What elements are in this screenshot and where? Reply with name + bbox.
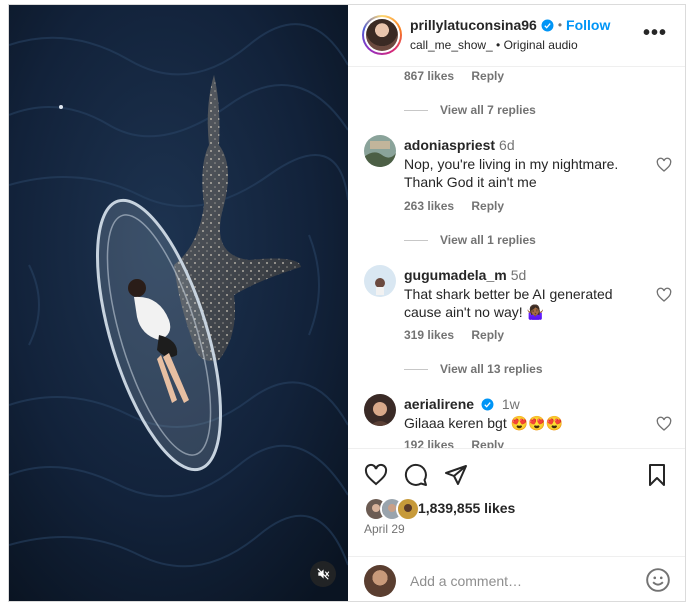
follow-button[interactable]: Follow <box>566 17 610 33</box>
view-replies-button[interactable]: View all 7 replies <box>404 103 536 117</box>
author-username[interactable]: prillylatuconsina96 <box>410 17 537 33</box>
comment-text: That shark better be AI generated cause … <box>404 286 613 320</box>
comment-time: 5d <box>510 267 527 283</box>
commenter-avatar[interactable] <box>364 265 396 297</box>
reply-button[interactable]: Reply <box>471 438 504 448</box>
post-date: April 29 <box>364 522 405 536</box>
current-user-avatar <box>364 565 396 597</box>
comments-list[interactable]: 867 likes Reply View all 7 replies adoni… <box>348 67 685 448</box>
reply-button[interactable]: Reply <box>471 328 504 342</box>
reply-button[interactable]: Reply <box>471 199 504 213</box>
like-heart-icon[interactable] <box>364 463 388 487</box>
share-paper-plane-icon[interactable] <box>444 463 468 487</box>
mute-button[interactable] <box>310 561 336 587</box>
heart-icon[interactable] <box>656 287 672 303</box>
comment-likes[interactable]: 263 likes <box>404 199 454 213</box>
heart-icon[interactable] <box>656 157 672 173</box>
comment-meta: 192 likes Reply <box>404 438 518 448</box>
post-video[interactable] <box>9 5 348 601</box>
emoji-icon[interactable] <box>645 567 671 593</box>
liked-by-avatars[interactable] <box>364 497 420 521</box>
more-options-button[interactable]: ••• <box>643 23 667 43</box>
view-replies-label: View all 1 replies <box>440 233 536 247</box>
verified-badge-icon <box>481 398 494 411</box>
audio-attribution[interactable]: call_me_show_ • Original audio <box>410 38 578 52</box>
liker-avatar <box>396 497 420 521</box>
comment-text: Nop, you're living in my nightmare. Than… <box>404 156 619 190</box>
comment-time: 1w <box>501 396 520 412</box>
post-dialog: prillylatuconsina96 • Follow call_me_sho… <box>8 4 686 602</box>
post-actions: 1,839,855 likes April 29 <box>348 448 685 601</box>
commenter-username[interactable]: aerialirene <box>404 396 474 412</box>
reply-button[interactable]: Reply <box>471 69 504 83</box>
comment-bubble-icon[interactable] <box>404 463 428 487</box>
view-replies-label: View all 13 replies <box>440 362 543 376</box>
video-frame-image <box>9 5 348 601</box>
comment-likes[interactable]: 867 likes <box>404 69 454 83</box>
comment-meta: 319 likes Reply <box>404 328 518 342</box>
commenter-username[interactable]: adoniaspriest <box>404 137 495 153</box>
commenter-username[interactable]: gugumadela_m <box>404 267 507 283</box>
comment-likes[interactable]: 319 likes <box>404 328 454 342</box>
heart-icon[interactable] <box>656 416 672 432</box>
post-side-panel: prillylatuconsina96 • Follow call_me_sho… <box>348 5 685 601</box>
view-replies-label: View all 7 replies <box>440 103 536 117</box>
bookmark-icon[interactable] <box>645 463 669 487</box>
comment-likes[interactable]: 192 likes <box>404 438 454 448</box>
view-replies-button[interactable]: View all 1 replies <box>404 233 536 247</box>
author-avatar[interactable] <box>362 15 402 55</box>
comment-text: Gilaaa keren bgt 😍😍😍 <box>404 415 563 431</box>
comment-input[interactable] <box>408 569 632 593</box>
commenter-avatar[interactable] <box>364 394 396 426</box>
muted-speaker-icon <box>317 568 330 580</box>
comment-meta-partial: 867 likes Reply <box>404 69 518 83</box>
commenter-avatar[interactable] <box>364 135 396 167</box>
separator-dot: • <box>557 18 563 32</box>
likes-count[interactable]: 1,839,855 likes <box>418 500 515 516</box>
view-replies-button[interactable]: View all 13 replies <box>404 362 543 376</box>
comment-time: 6d <box>499 137 515 153</box>
verified-badge-icon <box>541 19 554 31</box>
comment-meta: 263 likes Reply <box>404 199 518 213</box>
add-comment-row <box>348 556 685 601</box>
post-header: prillylatuconsina96 • Follow call_me_sho… <box>348 5 685 67</box>
